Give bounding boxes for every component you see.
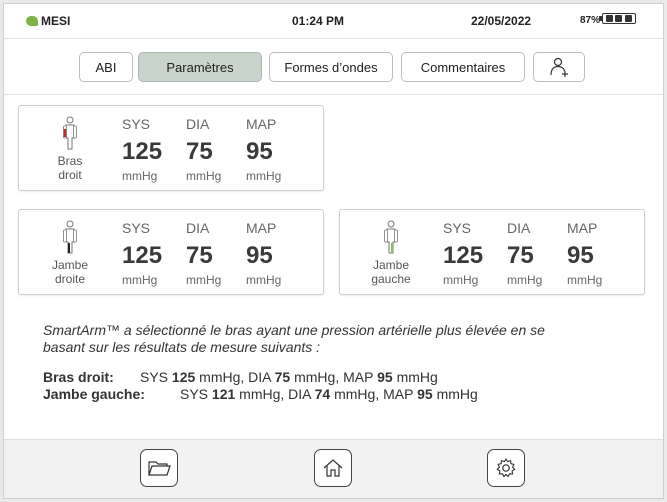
arm-result-label: Bras droit:: [43, 369, 114, 385]
person-add-icon: [550, 57, 568, 77]
unit-label: mmHg: [567, 273, 603, 287]
date: 22/05/2022: [471, 14, 532, 28]
bottom-nav-bar: [4, 439, 663, 498]
dia-metric: DIA 75 mmHg: [507, 220, 563, 287]
map-value: 95: [567, 242, 594, 269]
note-line-1: SmartArm™ a sélectionné le bras ayant un…: [43, 322, 545, 338]
arm-result-values: SYS 125 mmHg, DIA 75 mmHg, MAP 95 mmHg: [140, 369, 438, 385]
brand-name: MESI: [41, 14, 71, 28]
smartarm-note: SmartArm™ a sélectionné le bras ayant un…: [43, 322, 603, 356]
leg-result-label: Jambe gauche:: [43, 386, 145, 402]
dia-label: DIA: [507, 220, 531, 236]
device-screen: MESI 01:24 PM 22/05/2022 87% ABI Paramèt…: [3, 3, 664, 499]
dia-value: 75: [186, 138, 213, 165]
arm-result-row: Bras droit: SYS 125 mmHg, DIA 75 mmHg, M…: [43, 369, 603, 386]
sys-metric: SYS 125 mmHg: [443, 220, 499, 287]
status-bar: MESI 01:24 PM 22/05/2022 87%: [4, 4, 663, 38]
limb-label: Bras droit: [57, 154, 83, 182]
unit-label: mmHg: [186, 169, 222, 183]
left-leg-card: Jambe gauche SYS 125 mmHg DIA 75 mmHg MA…: [339, 209, 645, 295]
tab-abi[interactable]: ABI: [79, 52, 133, 82]
right-leg-card: Jambe droite SYS 125 mmHg DIA 75 mmHg MA…: [18, 209, 324, 295]
map-label: MAP: [246, 220, 277, 236]
battery-percentage: 87%: [580, 15, 601, 26]
folder-icon: [148, 461, 171, 476]
sys-metric: SYS 125 mmHg: [122, 220, 178, 287]
sys-label: SYS: [443, 220, 472, 236]
limb-label: Jambe gauche: [371, 258, 411, 286]
map-metric: MAP 95 mmHg: [246, 220, 302, 287]
right-arm-card: Bras droit SYS 125 mmHg DIA 75 mmHg MAP …: [18, 105, 324, 191]
right-leg-body-icon: [63, 220, 77, 254]
settings-icon: [496, 458, 516, 478]
unit-label: mmHg: [443, 273, 479, 287]
sys-label: SYS: [122, 116, 151, 132]
map-value: 95: [246, 242, 273, 269]
dia-value: 75: [507, 242, 534, 269]
dia-label: DIA: [186, 116, 210, 132]
tab-parametres[interactable]: Paramètres: [138, 52, 262, 82]
battery-icon: [599, 13, 636, 24]
folder-button[interactable]: [140, 449, 178, 487]
map-metric: MAP 95 mmHg: [567, 220, 623, 287]
unit-label: mmHg: [122, 169, 158, 183]
unit-label: mmHg: [122, 273, 158, 287]
map-label: MAP: [246, 116, 277, 132]
settings-button[interactable]: [487, 449, 525, 487]
mesi-logo-icon: [26, 16, 38, 26]
unit-label: mmHg: [186, 273, 222, 287]
leg-result-values: SYS 121 mmHg, DIA 74 mmHg, MAP 95 mmHg: [180, 386, 478, 402]
limb-label: Jambe droite: [51, 258, 89, 286]
smartarm-info: SmartArm™ a sélectionné le bras ayant un…: [43, 322, 603, 403]
left-leg-body-icon: [384, 220, 398, 254]
tab-bar: ABI Paramètres Formes d’ondes Commentair…: [4, 38, 663, 95]
map-metric: MAP 95 mmHg: [246, 116, 302, 183]
right-arm-body-icon: [63, 116, 77, 150]
sys-metric: SYS 125 mmHg: [122, 116, 178, 183]
tab-commentaires[interactable]: Commentaires: [401, 52, 525, 82]
tab-formes-ondes[interactable]: Formes d’ondes: [269, 52, 393, 82]
sys-value: 125: [122, 242, 163, 269]
home-icon: [323, 459, 343, 477]
dia-value: 75: [186, 242, 213, 269]
sys-value: 125: [443, 242, 484, 269]
unit-label: mmHg: [246, 169, 282, 183]
map-value: 95: [246, 138, 273, 165]
home-button[interactable]: [314, 449, 352, 487]
sys-label: SYS: [122, 220, 151, 236]
sys-value: 125: [122, 138, 163, 165]
unit-label: mmHg: [246, 273, 282, 287]
add-patient-button[interactable]: [533, 52, 585, 82]
dia-metric: DIA 75 mmHg: [186, 220, 242, 287]
map-label: MAP: [567, 220, 598, 236]
leg-result-row: Jambe gauche: SYS 121 mmHg, DIA 74 mmHg,…: [43, 386, 603, 403]
note-line-2: basant sur les résultats de mesure suiva…: [43, 339, 321, 355]
unit-label: mmHg: [507, 273, 543, 287]
clock: 01:24 PM: [292, 14, 345, 28]
brand: MESI: [26, 14, 70, 28]
dia-label: DIA: [186, 220, 210, 236]
dia-metric: DIA 75 mmHg: [186, 116, 242, 183]
